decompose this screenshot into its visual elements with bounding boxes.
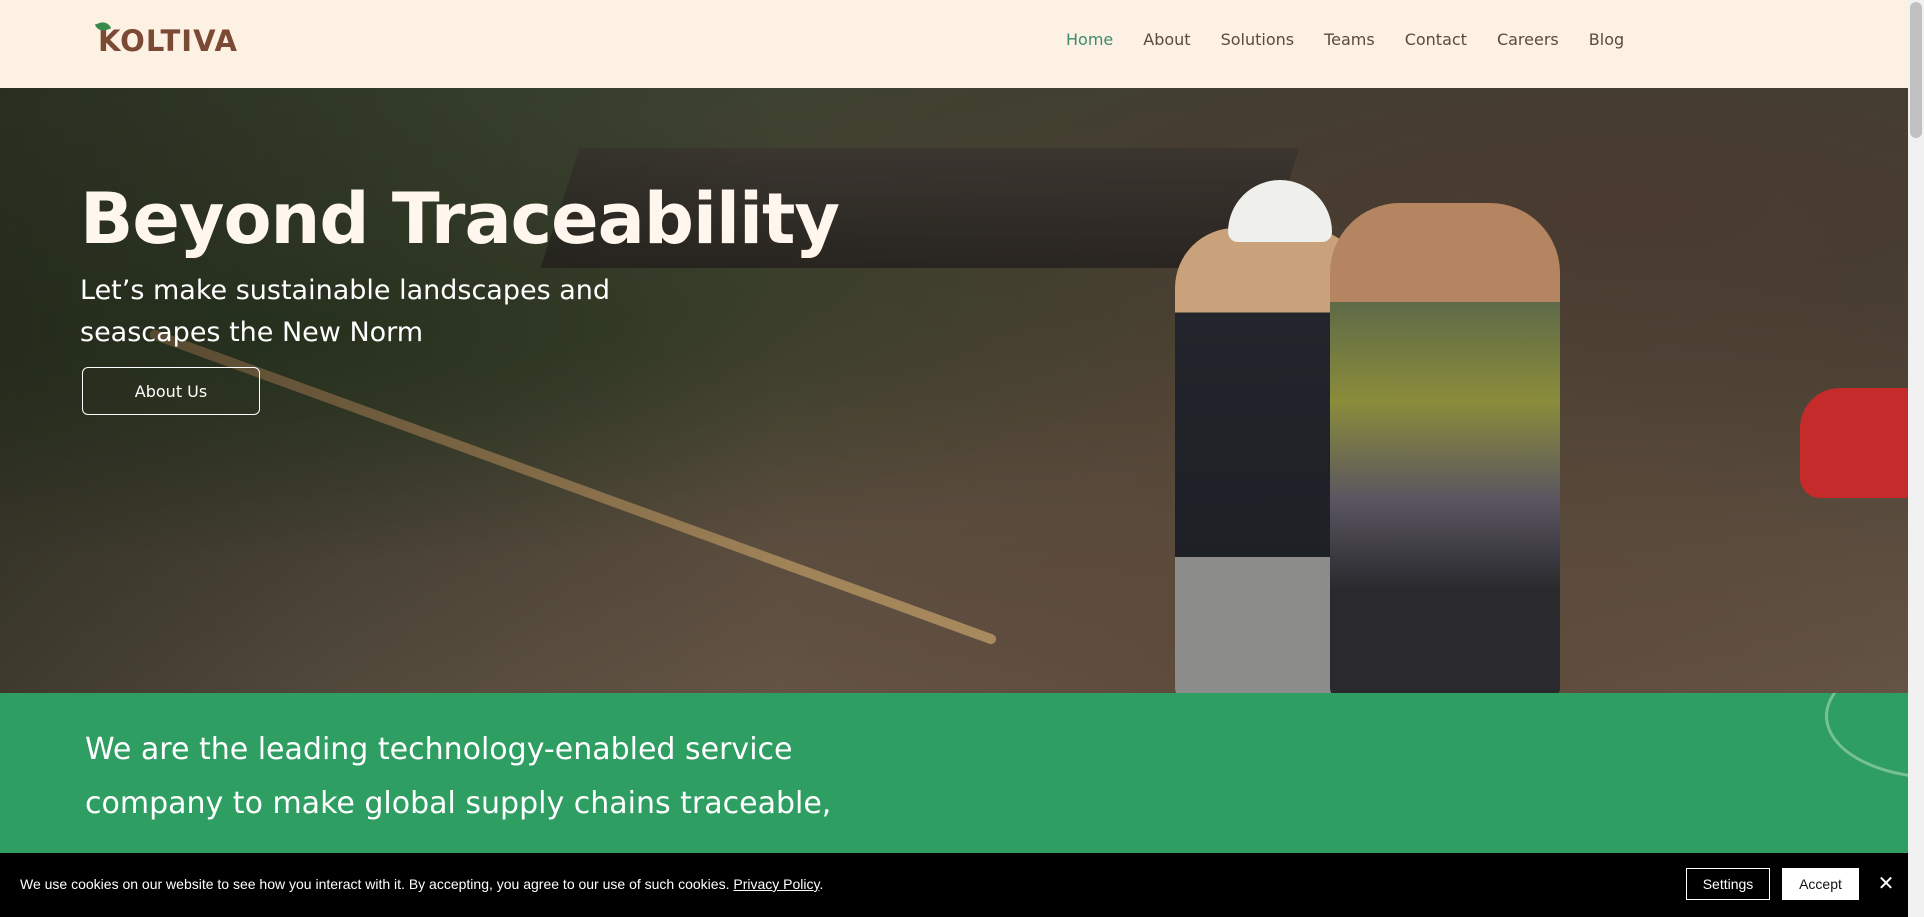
page-scrollbar[interactable] bbox=[1908, 0, 1924, 917]
cookie-message-text: We use cookies on our website to see how… bbox=[20, 876, 730, 892]
decorative-arc bbox=[1825, 693, 1908, 779]
nav-careers[interactable]: Careers bbox=[1497, 30, 1559, 49]
main-nav: Home About Solutions Teams Contact Caree… bbox=[1066, 30, 1654, 49]
hero-photo-field-agent bbox=[1330, 203, 1560, 693]
cookie-settings-button[interactable]: Settings bbox=[1686, 868, 1770, 900]
nav-about[interactable]: About bbox=[1143, 30, 1190, 49]
hero-section: Beyond Traceability Let’s make sustainab… bbox=[0, 88, 1908, 693]
scrollbar-thumb[interactable] bbox=[1910, 2, 1922, 138]
cookie-period: . bbox=[819, 876, 824, 892]
privacy-policy-link[interactable]: Privacy Policy bbox=[733, 876, 819, 892]
close-icon[interactable]: ✕ bbox=[1874, 871, 1898, 895]
nav-contact[interactable]: Contact bbox=[1405, 30, 1467, 49]
hero-subtitle: Let’s make sustainable landscapes and se… bbox=[80, 275, 611, 348]
cookie-accept-button[interactable]: Accept bbox=[1782, 868, 1859, 900]
hero-photo-red-car bbox=[1800, 388, 1908, 498]
about-us-button[interactable]: About Us bbox=[82, 367, 260, 415]
nav-teams[interactable]: Teams bbox=[1324, 30, 1375, 49]
nav-solutions[interactable]: Solutions bbox=[1221, 30, 1295, 49]
hero-title: Beyond Traceability bbox=[80, 178, 840, 260]
cookie-banner: We use cookies on our website to see how… bbox=[0, 853, 1908, 917]
koltiva-logo[interactable]: KOLTIVA bbox=[94, 19, 238, 58]
nav-home[interactable]: Home bbox=[1066, 30, 1113, 49]
cookie-message: We use cookies on our website to see how… bbox=[20, 876, 823, 892]
nav-blog[interactable]: Blog bbox=[1589, 30, 1624, 49]
intro-text: We are the leading technology-enabled se… bbox=[85, 732, 832, 821]
logo-text: KOLTIVA bbox=[98, 24, 238, 58]
site-header: KOLTIVA Home About Solutions Teams Conta… bbox=[0, 0, 1908, 88]
